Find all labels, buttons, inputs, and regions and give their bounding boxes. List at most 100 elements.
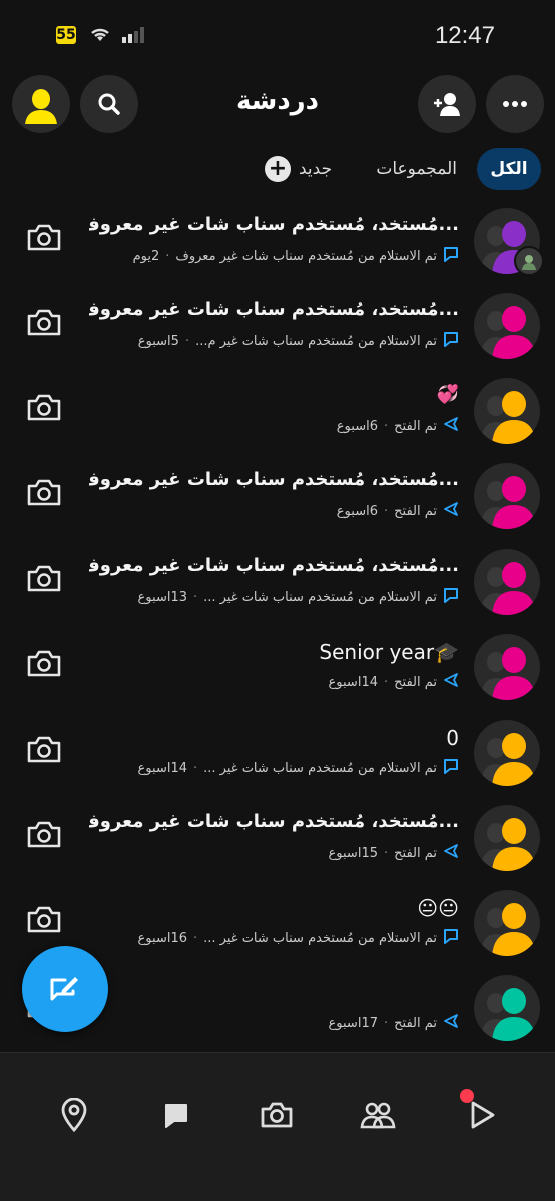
nav-map[interactable]	[54, 1095, 94, 1135]
filter-new-label: جديد	[299, 159, 333, 179]
nav-camera[interactable]	[257, 1095, 297, 1135]
friends-icon	[360, 1102, 396, 1129]
camera-reply-button[interactable]	[26, 392, 62, 426]
bitmoji-avatar-icon	[480, 733, 536, 786]
chat-timestamp: 15اسبوع	[328, 845, 378, 861]
chat-row[interactable]: ...مُستخد، مُستخدم سناب شات غير معروف تم …	[0, 200, 555, 285]
chat-timestamp: 14اسبوع	[328, 674, 378, 690]
chat-bubble-icon	[443, 246, 459, 266]
chat-name: 😐😐	[417, 896, 459, 920]
chat-name: 💞	[436, 384, 459, 405]
chat-bubble-icon	[443, 928, 459, 948]
camera-reply-button[interactable]	[26, 734, 62, 768]
chat-avatar[interactable]	[474, 549, 540, 615]
chat-timestamp: 5اسبوع	[137, 333, 179, 349]
compose-icon	[50, 977, 78, 1001]
camera-icon	[27, 394, 61, 421]
chat-bubble-icon	[443, 331, 459, 351]
bitmoji-avatar-icon	[480, 562, 536, 615]
camera-reply-button[interactable]	[26, 904, 62, 938]
chat-avatar[interactable]	[474, 890, 540, 956]
nav-chat[interactable]	[156, 1095, 196, 1135]
camera-icon	[27, 736, 61, 763]
chat-timestamp: 16اسبوع	[137, 930, 187, 946]
camera-icon	[27, 906, 61, 933]
separator-dot: ·	[383, 503, 389, 519]
sent-arrow-icon	[443, 843, 459, 863]
chat-status-text: تم الفتح	[394, 674, 437, 690]
sent-arrow-icon	[443, 672, 459, 692]
chat-timestamp: 14اسبوع	[137, 760, 187, 776]
chat-avatar[interactable]	[474, 720, 540, 786]
chat-row[interactable]: 💞 تم الفتح · 6اسبوع	[0, 370, 555, 455]
chat-timestamp: 13اسبوع	[137, 589, 187, 605]
notification-dot	[460, 1089, 474, 1103]
camera-reply-button[interactable]	[26, 563, 62, 597]
chat-timestamp: 6اسبوع	[336, 503, 378, 519]
chat-status-text: تم الاستلام من مُستخدم سناب شات غير ...	[203, 760, 437, 776]
add-friend-icon	[434, 93, 460, 116]
wifi-icon	[91, 28, 109, 41]
chat-status-line: تم الفتح · 15اسبوع	[329, 843, 459, 863]
filter-groups-chip[interactable]: المجموعات	[376, 148, 457, 190]
chat-name: ...مُستخد، مُستخدم سناب شات غير معروف	[89, 299, 459, 320]
chat-name: ...مُستخد، مُستخدم سناب شات غير معروف	[89, 214, 459, 235]
chat-bubble-icon	[443, 758, 459, 778]
separator-dot: ·	[383, 418, 389, 434]
filter-new-chip[interactable]: + جديد	[265, 148, 332, 190]
map-icon	[61, 1098, 87, 1132]
bitmoji-avatar-icon	[480, 818, 536, 871]
chat-status-line: تم الاستلام من مُستخدم سناب شات غير م...…	[138, 331, 459, 351]
chat-status-text: تم الفتح	[394, 503, 437, 519]
battery-indicator: 55	[56, 26, 76, 44]
bitmoji-avatar-icon	[480, 988, 536, 1041]
chat-avatar[interactable]	[474, 975, 540, 1041]
chat-row[interactable]: 0 تم الاستلام من مُستخدم سناب شات غير ...…	[0, 712, 555, 797]
camera-icon	[261, 1102, 293, 1128]
camera-reply-button[interactable]	[26, 648, 62, 682]
bitmoji-avatar-icon	[480, 306, 536, 359]
separator-dot: ·	[383, 845, 389, 861]
chat-name: ...مُستخد، مُستخدم سناب شات غير معروف	[89, 811, 459, 832]
chat-status-line: تم الاستلام من مُستخدم سناب شات غير معرو…	[133, 246, 459, 266]
filter-all-chip[interactable]: الكل	[477, 148, 541, 190]
nav-friends[interactable]	[358, 1095, 398, 1135]
camera-reply-button[interactable]	[26, 222, 62, 256]
chat-status-line: تم الفتح · 6اسبوع	[337, 501, 459, 521]
separator-dot: ·	[193, 760, 198, 776]
chat-status-line: تم الفتح · 17اسبوع	[329, 1013, 459, 1033]
more-options-button[interactable]	[486, 75, 544, 133]
chat-row[interactable]: ...مُستخد، مُستخدم سناب شات غير معروف تم …	[0, 285, 555, 370]
clock: 12:47	[434, 22, 495, 49]
camera-reply-button[interactable]	[26, 307, 62, 341]
camera-reply-button[interactable]	[26, 819, 62, 853]
chat-status-line: تم الاستلام من مُستخدم سناب شات غير ... ·…	[138, 928, 459, 948]
chat-row[interactable]: ...مُستخد، مُستخدم سناب شات غير معروف تم …	[0, 541, 555, 626]
mini-bitmoji-icon	[522, 255, 536, 270]
sent-arrow-icon	[443, 501, 459, 521]
chat-row[interactable]: ...مُستخد، مُستخدم سناب شات غير معروف تم …	[0, 455, 555, 540]
chat-bubble-icon	[443, 587, 459, 607]
spotlight-icon	[471, 1101, 495, 1129]
bitmoji-avatar-icon	[480, 903, 536, 956]
chat-avatar[interactable]	[474, 463, 540, 529]
sent-arrow-icon	[443, 416, 459, 436]
chat-status-text: تم الاستلام من مُستخدم سناب شات غير ...	[203, 930, 437, 946]
new-chat-button[interactable]	[22, 946, 108, 1032]
separator-dot: ·	[184, 333, 190, 349]
chat-name: ...مُستخد، مُستخدم سناب شات غير معروف	[89, 469, 459, 490]
add-friend-button[interactable]	[418, 75, 476, 133]
chat-icon	[165, 1104, 187, 1128]
separator-dot: ·	[383, 1015, 389, 1031]
bitmoji-avatar-icon	[480, 476, 536, 529]
header: دردشة	[0, 72, 555, 136]
camera-icon	[27, 309, 61, 336]
chat-status-line: تم الفتح · 6اسبوع	[337, 416, 459, 436]
chat-avatar[interactable]	[474, 634, 540, 700]
chat-avatar[interactable]	[474, 293, 540, 359]
chat-row[interactable]: ...مُستخد، مُستخدم سناب شات غير معروف تم …	[0, 797, 555, 882]
chat-row[interactable]: Senior year🎓 تم الفتح · 14اسبوع	[0, 626, 555, 711]
camera-reply-button[interactable]	[26, 477, 62, 511]
chat-avatar[interactable]	[474, 805, 540, 871]
chat-avatar[interactable]	[474, 378, 540, 444]
